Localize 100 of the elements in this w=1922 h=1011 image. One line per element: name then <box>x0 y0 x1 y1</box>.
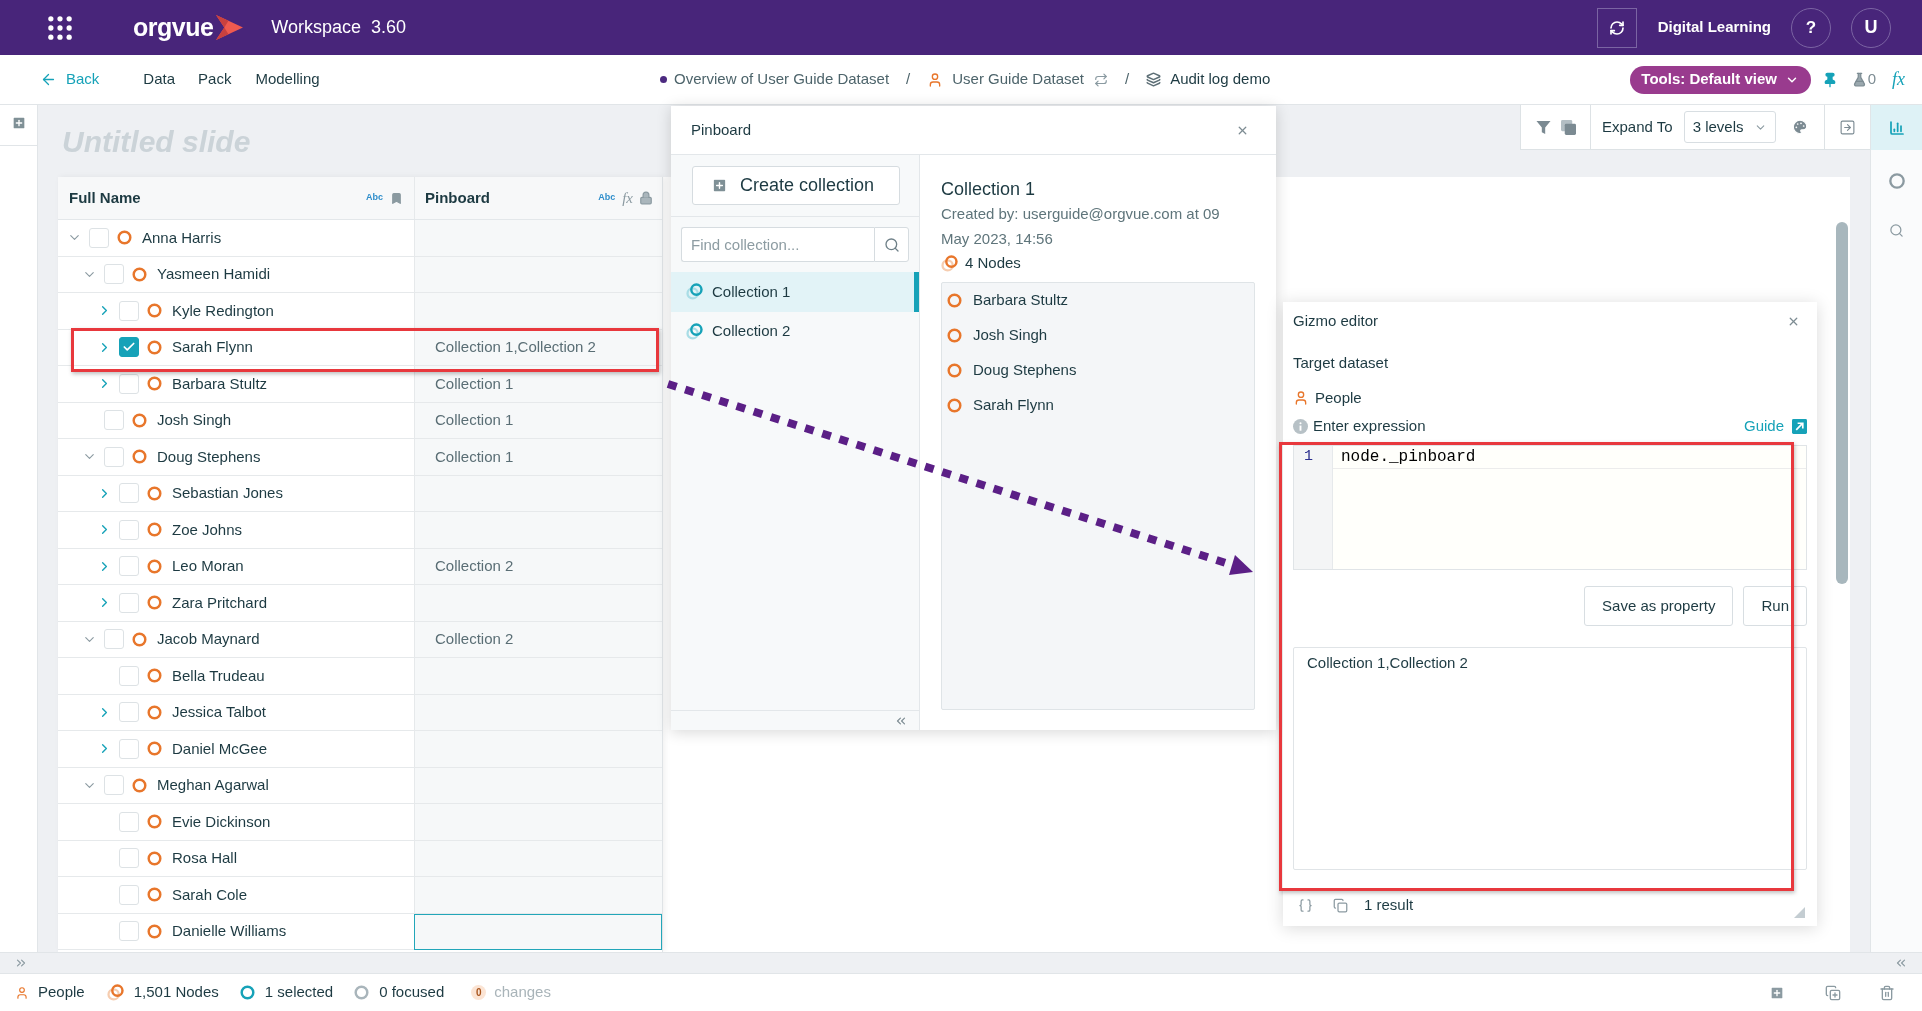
dataset-name: People <box>1315 387 1362 408</box>
duplicate-icon[interactable] <box>1825 984 1841 1001</box>
plus-icon <box>711 177 728 194</box>
node-ring-icon <box>947 398 962 413</box>
menu-item[interactable]: Pack <box>198 68 232 91</box>
logo-text: orgvue <box>133 15 214 40</box>
node-ring-icon <box>147 339 162 355</box>
circle-icon[interactable] <box>1888 173 1905 189</box>
search-field[interactable]: Find collection... <box>681 227 874 262</box>
node-name[interactable]: Bella Trudeau <box>172 664 265 687</box>
breadcrumb-link[interactable]: Audit log demo <box>1170 68 1271 91</box>
logo-arrow-icon <box>216 15 244 40</box>
node-name[interactable]: Barbara Stultz <box>973 289 1069 312</box>
node-name[interactable]: Jacob Maynard <box>157 628 260 651</box>
node-name[interactable]: Evie Dickinson <box>172 810 271 833</box>
node-ring-icon <box>947 328 962 343</box>
breadcrumb-link[interactable]: User Guide Dataset <box>952 68 1084 91</box>
app-grid-icon[interactable] <box>48 15 72 40</box>
node-name[interactable]: Sarah Flynn <box>973 394 1054 417</box>
column-header[interactable]: Pinboard <box>425 186 490 210</box>
code-editor[interactable]: 1 node._pinboard <box>1293 445 1807 570</box>
node-name[interactable]: Doug Stephens <box>973 359 1077 382</box>
type-tag: Abc <box>366 191 383 205</box>
lock-icon[interactable] <box>639 191 653 205</box>
trash-icon[interactable] <box>1879 984 1895 1001</box>
target-label: Target dataset <box>1293 352 1389 373</box>
collection-icon <box>686 322 703 340</box>
line-number: 1 <box>1304 447 1313 468</box>
node-name[interactable]: Josh Singh <box>973 324 1048 347</box>
chart-icon[interactable] <box>1888 119 1905 136</box>
add-icon[interactable] <box>1769 984 1785 1001</box>
panel-title: Pinboard <box>691 119 752 140</box>
breadcrumb-separator: / <box>906 69 911 90</box>
flask-icon[interactable] <box>1851 72 1867 87</box>
collapse-icon[interactable] <box>1894 956 1908 970</box>
braces-icon[interactable] <box>1298 898 1313 913</box>
node-name[interactable]: Sarah Flynn <box>172 336 253 359</box>
expression-label: Enter expression <box>1313 416 1426 437</box>
table-cell: Collection 2 <box>414 548 662 585</box>
node-name[interactable]: Zoe Johns <box>172 518 243 541</box>
row-checkbox[interactable] <box>119 337 139 358</box>
node-name[interactable]: Sarah Cole <box>172 883 248 906</box>
expand-label: Expand To <box>1602 116 1673 137</box>
node-name[interactable]: Josh Singh <box>157 409 232 432</box>
node-ring-icon <box>132 449 147 465</box>
node-name[interactable]: Daniel McGee <box>172 737 268 760</box>
search-icon <box>883 236 900 253</box>
node-ring-icon <box>147 850 162 866</box>
person-icon <box>15 985 29 1000</box>
menu-item[interactable]: Modelling <box>255 68 320 91</box>
node-ring-icon <box>947 293 962 308</box>
info-icon[interactable] <box>1293 419 1308 434</box>
node-name[interactable]: Meghan Agarwal <box>157 774 269 797</box>
breadcrumb-separator: / <box>1125 69 1130 90</box>
refresh-button[interactable] <box>1596 7 1637 48</box>
menu-item[interactable]: Data <box>143 68 176 91</box>
bookmark-icon[interactable] <box>390 191 403 205</box>
copy-icon[interactable] <box>1333 898 1348 913</box>
node-ring-icon <box>947 363 962 378</box>
node-ring-icon <box>132 777 147 793</box>
swap-icon[interactable] <box>1094 72 1108 87</box>
collection-item[interactable]: Collection 1 <box>671 272 919 312</box>
resize-grip-icon[interactable] <box>1794 907 1805 918</box>
palette-icon[interactable] <box>1791 119 1808 135</box>
breadcrumb-link[interactable]: Overview of User Guide Dataset <box>674 68 890 91</box>
panel-title: Gizmo editor <box>1293 310 1379 331</box>
add-slide-icon[interactable] <box>10 115 27 131</box>
column-header[interactable]: Full Name <box>69 186 141 210</box>
node-name[interactable]: Barbara Stultz <box>172 372 268 395</box>
node-ring-icon <box>147 668 162 684</box>
node-name[interactable]: Doug Stephens <box>157 445 261 468</box>
created-by-text: Created by: userguide@orgvue.com at 09 May 2023, 14:56 <box>941 204 1221 249</box>
action-button[interactable]: Run <box>1743 586 1807 626</box>
account-name[interactable]: Digital Learning <box>1657 16 1771 39</box>
expand-icon[interactable] <box>14 956 28 970</box>
collection-item[interactable]: Collection 2 <box>671 311 919 351</box>
node-name[interactable]: Zara Pritchard <box>172 591 268 614</box>
node-name[interactable]: Danielle Williams <box>172 920 287 943</box>
table-cell: Collection 1 <box>414 402 662 439</box>
action-button[interactable]: Save as property <box>1584 586 1734 626</box>
code-line: node._pinboard <box>1341 447 1476 468</box>
node-ring-icon <box>147 923 162 939</box>
node-name[interactable]: Anna Harris <box>142 226 222 249</box>
create-collection-button[interactable]: Create collection <box>692 166 900 205</box>
copy-icon[interactable] <box>1560 119 1576 135</box>
node-name[interactable]: Rosa Hall <box>172 847 238 870</box>
tools-button[interactable]: Tools: Default view <box>1629 65 1811 94</box>
person-icon <box>1293 390 1309 406</box>
search-button[interactable] <box>874 227 909 262</box>
node-name[interactable]: Jessica Talbot <box>172 701 266 724</box>
levels-dropdown[interactable]: 3 levels <box>1683 111 1776 143</box>
search-icon[interactable] <box>1889 223 1904 238</box>
filter-icon[interactable] <box>1535 119 1551 135</box>
node-name[interactable]: Kyle Redington <box>172 299 274 322</box>
export-icon[interactable] <box>1839 118 1856 136</box>
node-name[interactable]: Yasmeen Hamidi <box>157 263 271 286</box>
scrollbar[interactable] <box>1836 222 1848 584</box>
changes-label: changes <box>494 982 551 1003</box>
node-name[interactable]: Sebastian Jones <box>172 482 283 505</box>
node-name[interactable]: Leo Moran <box>172 555 244 578</box>
